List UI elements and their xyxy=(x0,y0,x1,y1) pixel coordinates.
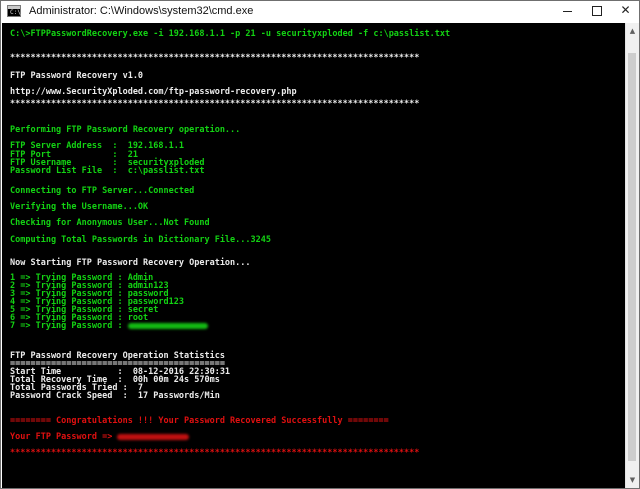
title-bar[interactable]: C:\ Administrator: C:\Windows\system32\c… xyxy=(1,1,639,23)
stats-crack-speed: Password Crack Speed : 17 Passwords/Min xyxy=(10,391,220,401)
your-password-line: Your FTP Password => xyxy=(10,432,190,442)
header-url: http://www.SecurityXploded.com/ftp-passw… xyxy=(10,87,297,97)
cmd-icon-prompt: C:\ xyxy=(10,9,21,16)
separator-line: ****************************************… xyxy=(10,448,420,458)
maximize-button[interactable] xyxy=(582,1,611,21)
minimize-icon xyxy=(563,11,572,12)
computing-line: Computing Total Passwords in Dictionary … xyxy=(10,235,271,245)
verifying-line: Verifying the Username...OK xyxy=(10,202,149,212)
cmd-icon[interactable]: C:\ xyxy=(7,5,21,17)
performing-line: Performing FTP Password Recovery operati… xyxy=(10,125,241,135)
starting-line: Now Starting FTP Password Recovery Opera… xyxy=(10,258,251,268)
param-passlist: Password List File : c:\passlist.txt xyxy=(10,166,205,176)
redacted-password xyxy=(117,433,190,440)
attempt-line-redacted: 7 => Trying Password : xyxy=(10,321,208,331)
congrats-line: ======== Congratulations !!! Your Passwo… xyxy=(10,416,389,426)
scroll-thumb[interactable] xyxy=(628,53,636,461)
your-password-label: Your FTP Password => xyxy=(10,432,118,442)
header-title: FTP Password Recovery v1.0 xyxy=(10,71,144,81)
maximize-icon xyxy=(592,6,602,16)
console-output[interactable]: C:\>FTPPasswordRecovery.exe -i 192.168.1… xyxy=(2,23,625,488)
vertical-scrollbar[interactable]: ▲ ▼ xyxy=(625,23,639,488)
close-icon: ✕ xyxy=(620,3,631,17)
attempt-text: 7 => Trying Password : xyxy=(10,321,128,331)
cmd-window: C:\ Administrator: C:\Windows\system32\c… xyxy=(0,0,640,489)
window-title: Administrator: C:\Windows\system32\cmd.e… xyxy=(29,5,254,17)
close-button[interactable]: ✕ xyxy=(611,1,640,21)
connecting-line: Connecting to FTP Server...Connected xyxy=(10,186,195,196)
command-line: C:\>FTPPasswordRecovery.exe -i 192.168.1… xyxy=(10,29,451,39)
redacted-password xyxy=(127,322,208,329)
separator-line: ****************************************… xyxy=(10,99,420,109)
anonymous-line: Checking for Anonymous User...Not Found xyxy=(10,218,210,228)
scroll-down-icon[interactable]: ▼ xyxy=(626,472,639,488)
minimize-button[interactable] xyxy=(553,1,582,21)
separator-line: ****************************************… xyxy=(10,53,420,63)
scroll-up-icon[interactable]: ▲ xyxy=(626,23,639,39)
